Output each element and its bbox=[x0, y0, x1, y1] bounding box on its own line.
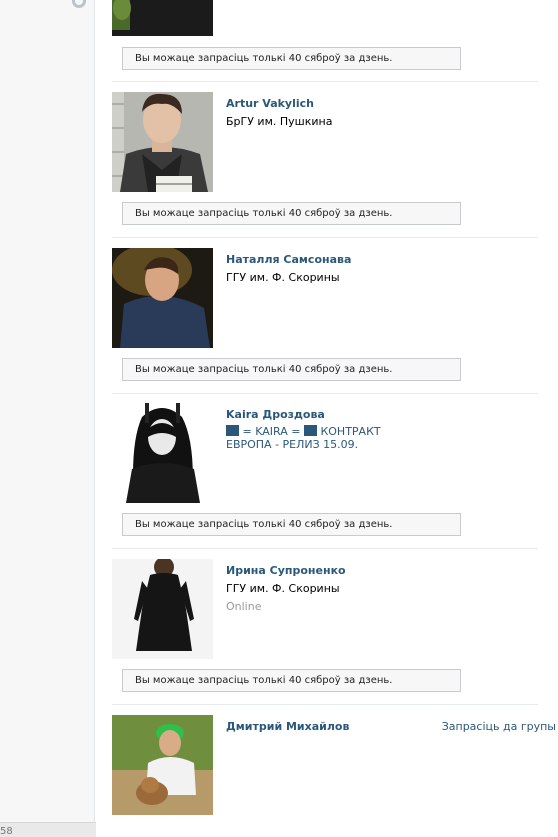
gear-icon[interactable] bbox=[72, 0, 86, 8]
person-name[interactable]: Наталля Самсонава bbox=[226, 253, 351, 266]
separator bbox=[112, 81, 538, 82]
avatar[interactable] bbox=[112, 92, 213, 192]
avatar[interactable] bbox=[112, 559, 213, 659]
separator bbox=[112, 393, 538, 394]
person-info-line-2: ЕВРОПА - РЕЛИЗ 15.09. bbox=[226, 438, 359, 451]
avatar[interactable] bbox=[112, 248, 213, 348]
person-university: ГГУ им. Ф. Скорины bbox=[226, 582, 340, 595]
person-name[interactable]: Kaira Дроздова bbox=[226, 408, 325, 421]
info-text-1: = KAIRA = bbox=[242, 425, 301, 438]
bar-icon bbox=[303, 425, 317, 436]
separator bbox=[112, 704, 538, 705]
info-text-2: КОНТРАКТ bbox=[320, 425, 381, 438]
friends-suggestions-list: Вы можаце запрасіць толькі 40 сяброў за … bbox=[96, 0, 558, 837]
person-university: ГГУ им. Ф. Скорины bbox=[226, 271, 340, 284]
person-name[interactable]: Ирина Супроненко bbox=[226, 564, 346, 577]
person-university: БрГУ им. Пушкина bbox=[226, 115, 333, 128]
invite-limit-message: Вы можаце запрасіць толькі 40 сяброў за … bbox=[122, 202, 461, 225]
status-number: 58 bbox=[0, 826, 13, 837]
invite-limit-message: Вы можаце запрасіць толькі 40 сяброў за … bbox=[122, 669, 461, 692]
avatar[interactable] bbox=[112, 403, 213, 503]
online-status: Online bbox=[226, 600, 262, 613]
invite-limit-message: Вы можаце запрасіць толькі 40 сяброў за … bbox=[122, 358, 461, 381]
avatar[interactable] bbox=[112, 715, 213, 815]
bar-icon bbox=[226, 425, 239, 436]
person-info-line-1: = KAIRA = КОНТРАКТ bbox=[226, 425, 381, 439]
separator bbox=[112, 548, 538, 549]
left-sidebar bbox=[0, 0, 95, 837]
invite-to-group-link[interactable]: Запрасіць да групы bbox=[442, 720, 556, 733]
avatar[interactable] bbox=[112, 0, 213, 36]
invite-limit-message: Вы можаце запрасіць толькі 40 сяброў за … bbox=[122, 513, 461, 536]
person-name[interactable]: Дмитрий Михайлов bbox=[226, 720, 349, 733]
separator bbox=[112, 237, 538, 238]
invite-limit-message: Вы можаце запрасіць толькі 40 сяброў за … bbox=[122, 47, 461, 70]
person-name[interactable]: Artur Vakylich bbox=[226, 97, 314, 110]
